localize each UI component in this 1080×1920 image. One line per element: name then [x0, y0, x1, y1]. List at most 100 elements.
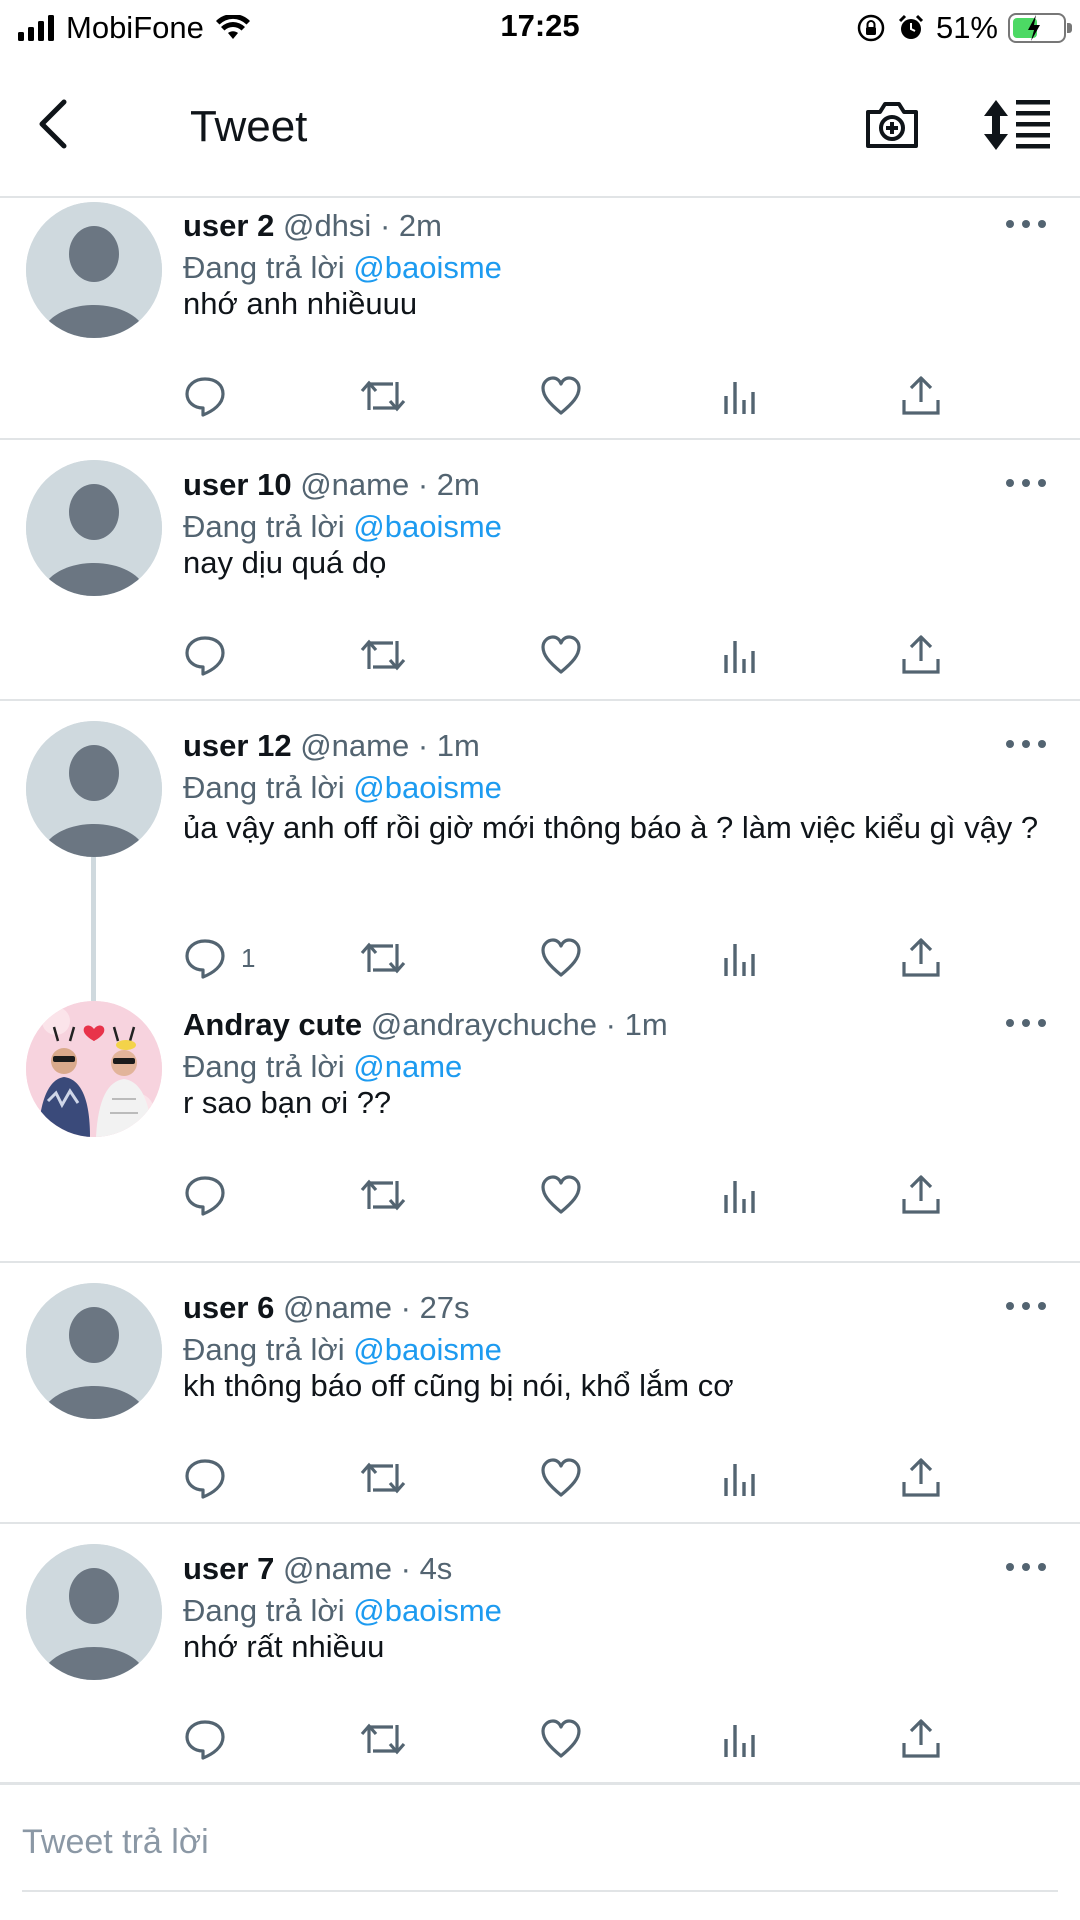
analytics-icon: [724, 641, 755, 673]
avatar[interactable]: [26, 1544, 162, 1680]
analytics-icon: [724, 1464, 755, 1496]
mention-link[interactable]: @baoisme: [353, 1593, 502, 1628]
sort-replies-button[interactable]: [982, 94, 1052, 154]
share-button[interactable]: [899, 1171, 943, 1219]
mention-link[interactable]: @name: [353, 1049, 462, 1084]
retweet-button[interactable]: [359, 1454, 407, 1502]
views-button[interactable]: [719, 372, 763, 420]
tweet-actions: [183, 372, 943, 420]
display-name[interactable]: user 10: [183, 467, 292, 502]
replying-to: Đang trả lời @baoisme: [183, 509, 502, 545]
share-icon: [902, 1175, 940, 1214]
replying-to: Đang trả lời @baoisme: [183, 1332, 502, 1368]
timestamp[interactable]: 27s: [420, 1290, 470, 1325]
reply-button[interactable]: [183, 1454, 241, 1502]
replies-feed[interactable]: user 2 @dhsi · 2m Đang trả lời @baoisme …: [0, 198, 1080, 1785]
tweet[interactable]: user 10 @name · 2m Đang trả lời @baoisme…: [0, 440, 1080, 701]
mention-link[interactable]: @baoisme: [353, 1332, 502, 1367]
profile-photo: [26, 1001, 162, 1137]
timestamp[interactable]: 1m: [437, 728, 480, 763]
retweet-button[interactable]: [359, 372, 407, 420]
views-button[interactable]: [719, 1715, 763, 1763]
tweet-header: user 7 @name · 4s: [183, 1551, 452, 1587]
reply-icon: [185, 377, 225, 417]
retweet-button[interactable]: [359, 934, 407, 982]
user-handle[interactable]: @dhsi: [283, 208, 371, 243]
share-button[interactable]: [899, 631, 943, 679]
back-button[interactable]: [30, 94, 86, 154]
user-handle[interactable]: @name: [300, 467, 409, 502]
like-button[interactable]: [539, 631, 583, 679]
mention-link[interactable]: @baoisme: [353, 250, 502, 285]
more-options-button[interactable]: [1006, 734, 1046, 754]
tweet[interactable]: Andray cute @andraychuche · 1m Đang trả …: [0, 1001, 1080, 1263]
views-button[interactable]: [719, 934, 763, 982]
user-handle[interactable]: @andraychuche: [371, 1007, 597, 1042]
timestamp[interactable]: 4s: [420, 1551, 453, 1586]
more-options-button[interactable]: [1006, 1013, 1046, 1033]
reply-button[interactable]: [183, 1715, 241, 1763]
mention-link[interactable]: @baoisme: [353, 770, 502, 805]
camera-button[interactable]: [862, 96, 922, 152]
more-options-button[interactable]: [1006, 473, 1046, 493]
display-name[interactable]: user 6: [183, 1290, 274, 1325]
reply-button[interactable]: [183, 372, 241, 420]
views-button[interactable]: [719, 1454, 763, 1502]
display-name[interactable]: user 2: [183, 208, 274, 243]
user-handle[interactable]: @name: [283, 1551, 392, 1586]
views-button[interactable]: [719, 1171, 763, 1219]
analytics-icon: [724, 1725, 755, 1757]
timestamp[interactable]: 1m: [625, 1007, 668, 1042]
tweet[interactable]: user 6 @name · 27s Đang trả lời @baoisme…: [0, 1263, 1080, 1524]
tweet-actions: [183, 631, 943, 679]
tweet[interactable]: user 2 @dhsi · 2m Đang trả lời @baoisme …: [0, 198, 1080, 440]
heart-icon: [541, 635, 581, 674]
like-button[interactable]: [539, 1171, 583, 1219]
retweet-button[interactable]: [359, 1715, 407, 1763]
reply-button[interactable]: [183, 1171, 241, 1219]
share-button[interactable]: [899, 372, 943, 420]
replying-to: Đang trả lời @baoisme: [183, 1593, 502, 1629]
tweet[interactable]: user 7 @name · 4s Đang trả lời @baoisme …: [0, 1524, 1080, 1785]
more-options-button[interactable]: [1006, 214, 1046, 234]
share-button[interactable]: [899, 1715, 943, 1763]
tweet-text: ủa vậy anh off rồi giờ mới thông báo à ?…: [183, 810, 1039, 845]
heart-icon: [541, 1175, 581, 1214]
retweet-button[interactable]: [359, 631, 407, 679]
timestamp[interactable]: 2m: [399, 208, 442, 243]
more-options-button[interactable]: [1006, 1296, 1046, 1316]
share-button[interactable]: [899, 934, 943, 982]
reply-button[interactable]: 1: [183, 934, 255, 982]
avatar[interactable]: [26, 1001, 162, 1137]
retweet-icon: [360, 1723, 406, 1755]
like-button[interactable]: [539, 1454, 583, 1502]
display-name[interactable]: Andray cute: [183, 1007, 362, 1042]
retweet-icon: [360, 942, 406, 974]
like-button[interactable]: [539, 934, 583, 982]
alarm-icon: [898, 14, 924, 39]
avatar[interactable]: [26, 721, 162, 857]
retweet-button[interactable]: [359, 1171, 407, 1219]
avatar[interactable]: [26, 460, 162, 596]
timestamp[interactable]: 2m: [437, 467, 480, 502]
reply-button[interactable]: [183, 631, 241, 679]
more-options-button[interactable]: [1006, 1557, 1046, 1577]
share-button[interactable]: [899, 1454, 943, 1502]
views-button[interactable]: [719, 631, 763, 679]
display-name[interactable]: user 7: [183, 1551, 274, 1586]
user-handle[interactable]: @name: [283, 1290, 392, 1325]
like-button[interactable]: [539, 372, 583, 420]
reply-input[interactable]: [22, 1812, 1052, 1872]
tweet[interactable]: user 12 @name · 1m Đang trả lời @baoisme…: [0, 701, 1080, 1001]
heart-icon: [541, 1458, 581, 1497]
reply-count: 1: [241, 942, 256, 973]
like-button[interactable]: [539, 1715, 583, 1763]
replying-to: Đang trả lời @baoisme: [183, 770, 502, 806]
avatar[interactable]: [26, 1283, 162, 1419]
retweet-icon: [360, 1179, 406, 1211]
display-name[interactable]: user 12: [183, 728, 292, 763]
mention-link[interactable]: @baoisme: [353, 509, 502, 544]
user-handle[interactable]: @name: [300, 728, 409, 763]
share-icon: [902, 376, 940, 415]
avatar[interactable]: [26, 202, 162, 338]
